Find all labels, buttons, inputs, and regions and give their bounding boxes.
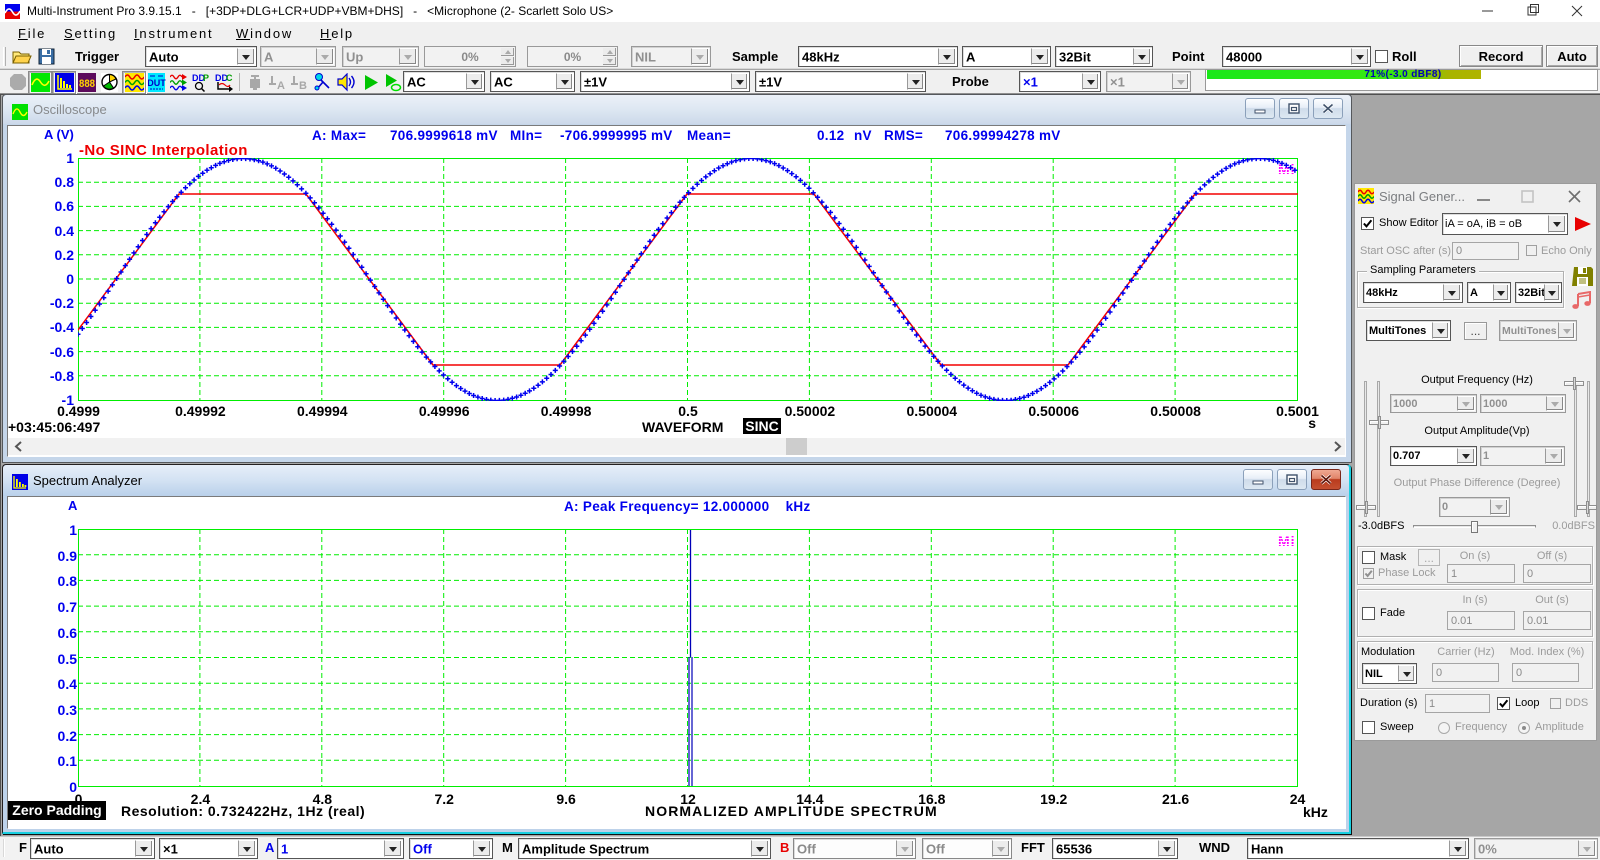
svg-text:P: P	[203, 73, 209, 83]
svg-text:B: B	[299, 80, 307, 92]
svg-text:DUT: DUT	[148, 78, 166, 88]
svg-text:888: 888	[79, 78, 95, 90]
svg-text:A: A	[277, 80, 285, 92]
svg-text:C: C	[226, 73, 233, 83]
